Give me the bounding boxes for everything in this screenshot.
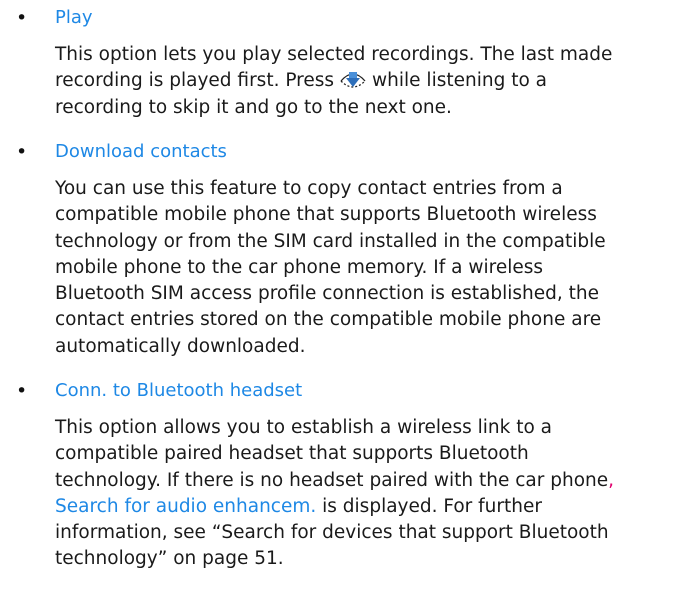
body-line: automatically downloaded. xyxy=(55,335,306,357)
body-line: recording to skip it and go to the next … xyxy=(55,96,452,118)
comma-mark: , xyxy=(608,469,615,491)
body-line: technology. If there is no headset paire… xyxy=(55,468,675,494)
body-line: information, see “Search for devices tha… xyxy=(55,522,609,544)
body-line: technology” on page 51. xyxy=(55,548,284,570)
body-line: recording is played first. Press while l… xyxy=(55,68,675,94)
body-line: contact entries stored on the compatible… xyxy=(55,309,602,331)
body-text: recording is played first. Press xyxy=(55,70,335,92)
section-body-download-contacts: You can use this feature to copy contact… xyxy=(55,176,675,360)
body-text: while listening to a xyxy=(372,70,547,92)
body-line: technology or from the SIM card installe… xyxy=(55,230,606,252)
body-line: compatible mobile phone that supports Bl… xyxy=(55,204,597,226)
bullet: • xyxy=(16,380,28,402)
body-line: You can use this feature to copy contact… xyxy=(55,178,563,199)
body-text: technology. If there is no headset paire… xyxy=(55,469,609,491)
body-line: compatible paired headset that supports … xyxy=(55,443,529,465)
body-line: mobile phone to the car phone memory. If… xyxy=(55,256,544,278)
bullet: • xyxy=(16,7,28,29)
body-line: Search for audio enhancem. is displayed.… xyxy=(55,494,675,520)
section-title-conn-bluetooth-headset: Conn. to Bluetooth headset xyxy=(55,380,303,401)
body-line: This option allows you to establish a wi… xyxy=(55,417,552,438)
section-title-play: Play xyxy=(55,7,93,28)
scroll-down-icon xyxy=(338,69,368,91)
section-title-download-contacts: Download contacts xyxy=(55,141,227,162)
bullet: • xyxy=(16,141,28,163)
section-body-conn-bluetooth-headset: This option allows you to establish a wi… xyxy=(55,415,675,573)
body-line: Bluetooth SIM access profile connection … xyxy=(55,283,599,305)
body-text: is displayed. For further xyxy=(322,495,542,517)
section-body-play: This option lets you play selected recor… xyxy=(55,42,675,121)
body-line: This option lets you play selected recor… xyxy=(55,44,613,65)
search-audio-enhancem-link[interactable]: Search for audio enhancem. xyxy=(55,496,316,517)
